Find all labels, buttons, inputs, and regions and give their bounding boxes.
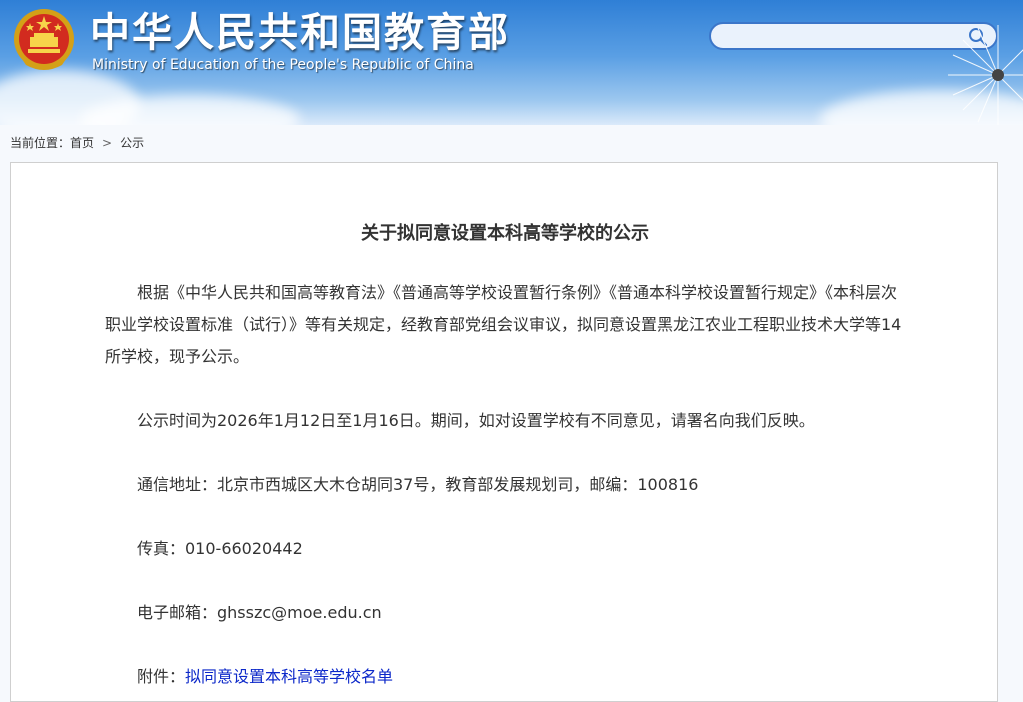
site-title: 中华人民共和国教育部 bbox=[90, 10, 510, 56]
search-input[interactable] bbox=[723, 27, 967, 47]
attachment-label: 附件： bbox=[137, 667, 186, 686]
breadcrumb-separator: > bbox=[102, 136, 113, 150]
breadcrumb-home-link[interactable]: 首页 bbox=[70, 136, 94, 150]
article-paragraph: 根据《中华人民共和国高等教育法》《普通高等学校设置暂行条例》《普通本科学校设置暂… bbox=[105, 283, 902, 366]
attachment-line: 附件：拟同意设置本科高等学校名单 bbox=[105, 661, 905, 693]
attachment-link[interactable]: 拟同意设置本科高等学校名单 bbox=[185, 667, 393, 686]
breadcrumb-prefix: 当前位置： bbox=[10, 136, 71, 150]
article-title: 关于拟同意设置本科高等学校的公示 bbox=[361, 223, 649, 244]
article-paragraph: 传真：010-66020442 bbox=[137, 539, 303, 558]
site-subtitle: Ministry of Education of the People's Re… bbox=[92, 57, 474, 73]
breadcrumb-current-link[interactable]: 公示 bbox=[120, 136, 144, 150]
national-emblem-icon bbox=[14, 9, 74, 70]
breadcrumb: 当前位置：首页 > 公示 bbox=[10, 134, 144, 151]
header-banner: 中华人民共和国教育部 Ministry of Education of the … bbox=[0, 0, 1023, 125]
article-paragraph: 公示时间为2026年1月12日至1月16日。期间，如对设置学校有不同意见，请署名… bbox=[137, 411, 815, 430]
article-paragraph: 通信地址：北京市西城区大木仓胡同37号，教育部发展规划司，邮编：100816 bbox=[137, 475, 699, 494]
dandelion-decoration-icon bbox=[948, 25, 1023, 125]
article-paragraph: 电子邮箱：ghsszc@moe.edu.cn bbox=[137, 603, 382, 622]
article-panel: 关于拟同意设置本科高等学校的公示 根据《中华人民共和国高等教育法》《普通高等学校… bbox=[10, 162, 998, 702]
